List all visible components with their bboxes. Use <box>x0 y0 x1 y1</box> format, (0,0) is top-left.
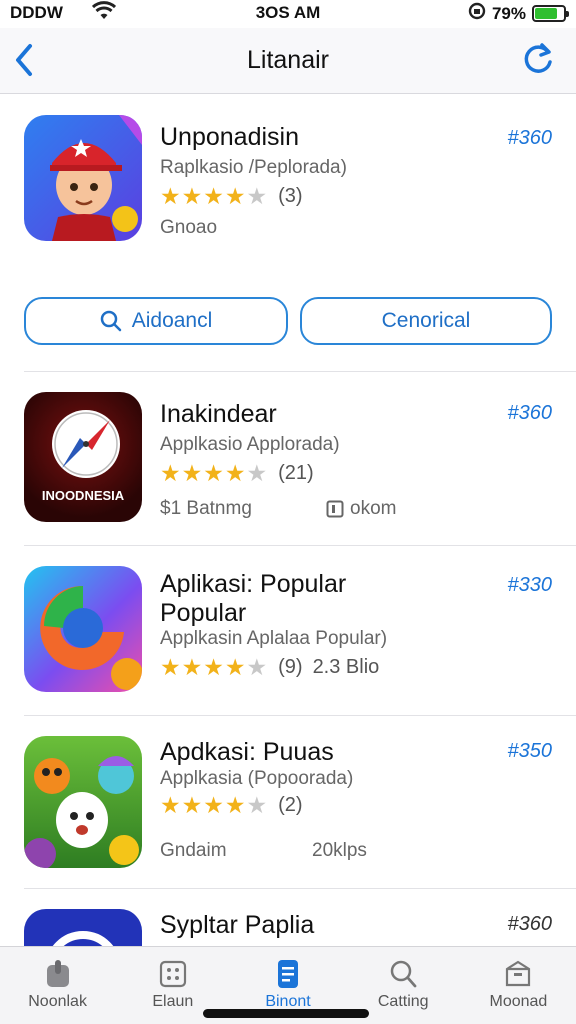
rating-count: (9) <box>278 656 303 678</box>
app-price[interactable]: #360 <box>508 913 553 936</box>
search-button-label: Aidoancl <box>131 309 213 332</box>
rating-count: (2) <box>278 794 303 816</box>
app-price[interactable]: #360 <box>508 402 553 425</box>
app-subtitle: Applkasin Aplalaa Popular) <box>160 628 388 649</box>
app-row[interactable]: INOODNESIA Inakindear Applkasio Applorad… <box>0 372 576 544</box>
rating-stars: ★★★★★ <box>160 654 269 680</box>
app-meta: Gnoao <box>160 217 218 238</box>
box-icon <box>326 500 344 518</box>
tab-label: Noonlak <box>28 993 87 1010</box>
rating: ★★★★★ (2) <box>160 792 303 819</box>
search-button[interactable]: Aidoancl <box>24 297 288 345</box>
rating: ★★★★★ (9) 2.3 Blio <box>160 654 379 681</box>
battery-percent: 79% <box>491 3 526 23</box>
page-title: Litanair <box>247 46 329 74</box>
app-subtitle: Applkasio Applorada) <box>160 434 340 455</box>
app-size: 2.3 Blio <box>312 656 380 678</box>
rating-stars: ★★★★★ <box>160 460 269 486</box>
rating-count: (21) <box>278 462 314 484</box>
today-icon <box>278 960 298 988</box>
app-subtitle: Applkasia (Popoorada) <box>160 768 354 789</box>
app-row[interactable]: Sypltar Paplia #360 <box>0 889 576 946</box>
search-icon <box>390 960 417 988</box>
home-indicator[interactable] <box>203 1009 369 1018</box>
app-row[interactable]: Unponadisin Raplkasio /Peplorada) ★★★★★ … <box>0 95 576 367</box>
cartoon-characters-icon <box>24 736 142 868</box>
rating: ★★★★★ (21) <box>160 460 314 487</box>
cartoon-boy-icon <box>24 115 142 241</box>
refresh-icon[interactable] <box>518 40 558 80</box>
battery-icon <box>532 5 569 22</box>
tab-games[interactable]: Noonlak <box>0 947 115 1024</box>
apps-grid-icon <box>159 960 186 988</box>
app-name-line1: Aplikasi: Popular <box>160 570 347 598</box>
rating-count: (3) <box>278 185 303 207</box>
battery-level <box>535 8 558 19</box>
app-name: Aplikasi: Popular Popular <box>160 570 346 628</box>
blue-circle-icon <box>24 909 142 946</box>
navigation-bar: Litanair <box>0 28 576 94</box>
tab-label: Elaun <box>152 993 194 1010</box>
app-meta-secondary: 20klps <box>312 840 367 861</box>
app-name: Inakindear <box>160 400 277 428</box>
compass-icon: INOODNESIA <box>24 392 142 522</box>
app-meta: $1 Batnmg <box>160 498 252 519</box>
app-price[interactable]: #330 <box>508 574 553 597</box>
app-name: Sypltar Paplia <box>160 911 315 939</box>
app-name: Unponadisin <box>160 123 299 151</box>
app-meta-secondary: okom <box>326 498 396 520</box>
rating: ★★★★★ (3) <box>160 183 303 210</box>
app-price[interactable]: #350 <box>508 740 553 763</box>
app-price[interactable]: #360 <box>508 127 553 150</box>
games-icon <box>46 960 69 987</box>
app-name: Apdkasi: Puuas <box>160 738 334 766</box>
secondary-button[interactable]: Cenorical <box>300 297 552 345</box>
colorful-swirl-icon <box>24 566 142 692</box>
tab-label: Catting <box>377 993 429 1010</box>
app-meta: Gndaim <box>160 840 227 861</box>
search-icon <box>100 310 121 332</box>
secondary-button-label: Cenorical <box>381 309 471 332</box>
app-icon-label: INOODNESIA <box>42 488 125 503</box>
app-row[interactable]: Aplikasi: Popular Popular Applkasin Apla… <box>0 546 576 714</box>
rating-stars: ★★★★★ <box>160 183 269 209</box>
app-subtitle: Raplkasio /Peplorada) <box>160 157 347 178</box>
status-bar: DDDW 3OS AM 79% <box>0 0 576 28</box>
tab-label: Moonad <box>489 993 548 1010</box>
tab-updates[interactable]: Moonad <box>461 947 576 1024</box>
rating-stars: ★★★★★ <box>160 792 269 818</box>
app-meta-secondary-label: okom <box>350 498 397 519</box>
app-row[interactable]: Apdkasi: Puuas Applkasia (Popoorada) ★★★… <box>0 716 576 888</box>
box-icon <box>506 960 531 987</box>
rotation-lock-icon <box>468 2 486 25</box>
app-name-line2: Popular <box>160 599 247 627</box>
